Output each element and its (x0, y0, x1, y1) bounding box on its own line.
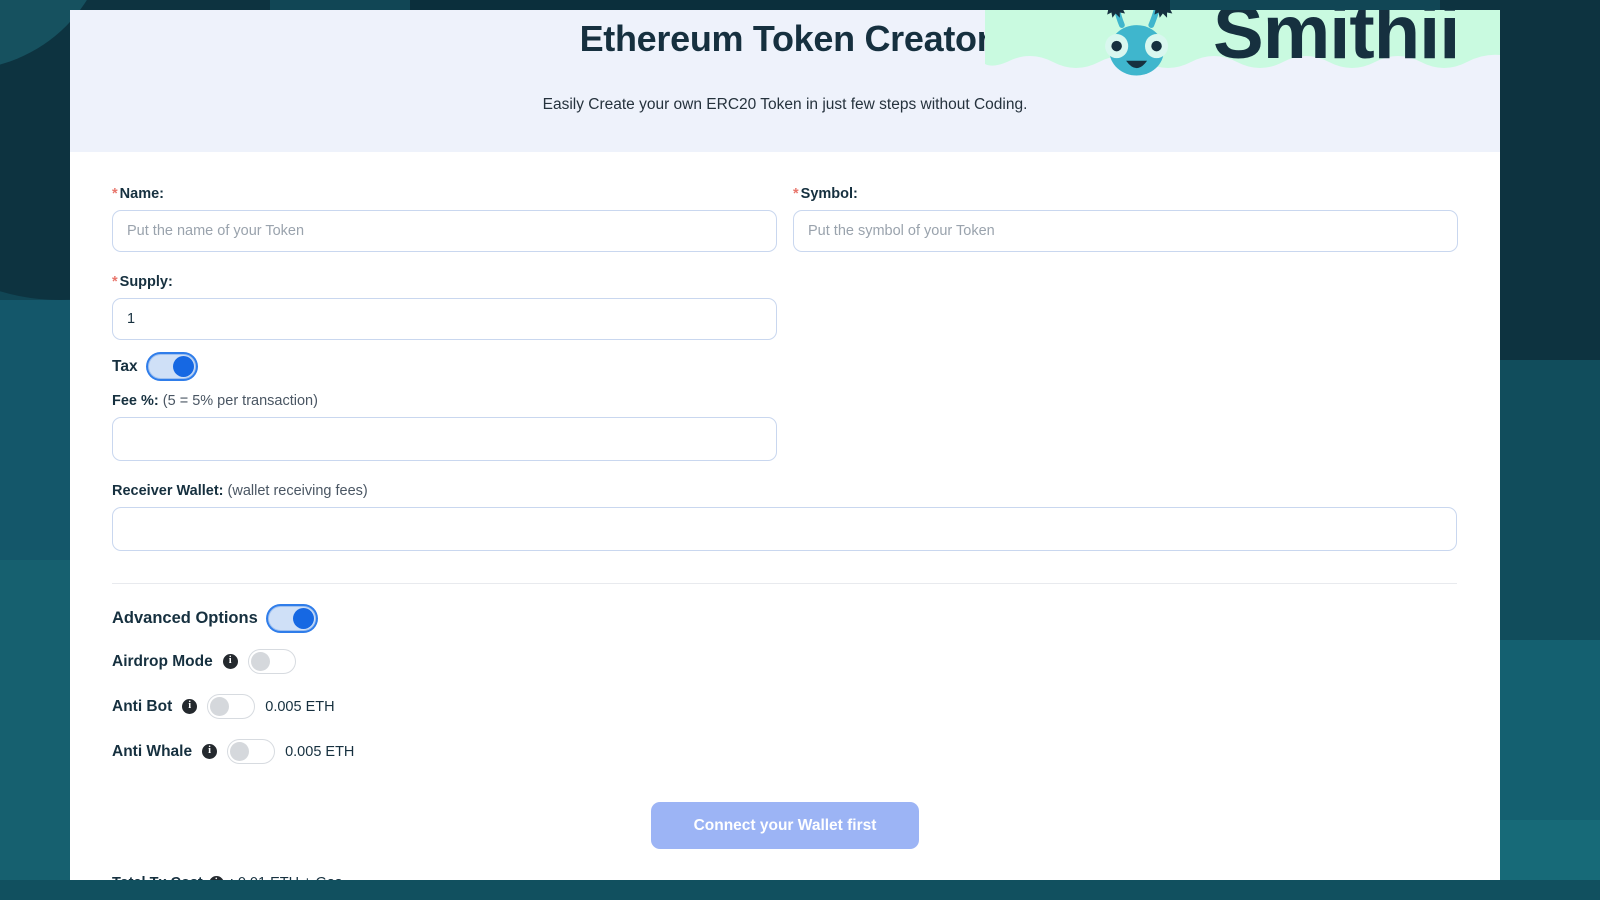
anti-bot-row: Anti Bot i 0.005 ETH (112, 694, 1458, 719)
supply-input[interactable] (112, 298, 777, 340)
airdrop-mode-toggle[interactable] (247, 649, 296, 674)
anti-whale-label: Anti Whale (112, 742, 193, 760)
supply-label-text: Supply: (119, 274, 173, 290)
connect-button-wrap: Connect your Wallet first (112, 802, 1458, 849)
symbol-label-text: Symbol: (800, 186, 858, 202)
receiver-wallet-input[interactable] (112, 507, 1457, 551)
info-icon[interactable]: i (182, 699, 198, 714)
advanced-options-toggle[interactable] (267, 606, 316, 631)
info-icon[interactable]: i (202, 744, 218, 759)
symbol-input[interactable] (793, 210, 1458, 252)
anti-whale-toggle[interactable] (227, 739, 276, 764)
name-label: * Name: (112, 186, 777, 202)
receiver-wallet-label: Receiver Wallet: (wallet receiving fees) (112, 483, 1457, 499)
token-creator-card: Ethereum Token Creator Easily Create you… (70, 10, 1500, 880)
smithii-logo-banner[interactable]: Smithii (985, 10, 1500, 108)
connect-wallet-button[interactable]: Connect your Wallet first (651, 802, 919, 849)
fee-field-group: Fee %: (5 = 5% per transaction) (112, 393, 777, 461)
fee-hint: (5 = 5% per transaction) (162, 393, 318, 409)
airdrop-mode-row: Airdrop Mode i (112, 649, 1458, 674)
fee-input[interactable] (112, 417, 777, 461)
total-tx-cost-value: : 0.01 ETH + Gas (230, 875, 342, 880)
symbol-field-group: * Symbol: (793, 186, 1458, 252)
airdrop-mode-label: Airdrop Mode (112, 652, 213, 670)
tax-label: Tax (112, 357, 138, 375)
supply-field-group: * Supply: (112, 274, 777, 340)
name-symbol-row: *Name: *Symbol: (112, 186, 1458, 252)
name-label-text: Name: (119, 186, 164, 202)
anti-whale-row: Anti Whale i 0.005 ETH (112, 739, 1458, 764)
section-divider (112, 583, 1457, 584)
smithii-wordmark: Smithii (1213, 10, 1459, 75)
name-input[interactable] (112, 210, 777, 252)
token-form: *Name: *Symbol: *Supply: Tax (70, 152, 1500, 880)
info-icon[interactable]: i (208, 875, 224, 880)
info-icon[interactable]: i (222, 654, 238, 669)
fee-label: Fee %: (5 = 5% per transaction) (112, 393, 777, 409)
tax-toggle-row: Tax (112, 354, 1458, 379)
total-tx-cost: Total Tx Cost i : 0.01 ETH + Gas (112, 875, 1458, 880)
supply-label: * Supply: (112, 274, 777, 290)
anti-whale-cost: 0.005 ETH (285, 743, 355, 760)
anti-bot-label: Anti Bot (112, 697, 173, 715)
receiver-wallet-field-group: Receiver Wallet: (wallet receiving fees) (112, 483, 1457, 551)
total-tx-cost-label: Total Tx Cost (112, 875, 203, 880)
required-asterisk: * (112, 274, 118, 290)
advanced-options-label: Advanced Options (112, 609, 258, 627)
receiver-wallet-hint: (wallet receiving fees) (227, 483, 368, 499)
anti-bot-toggle[interactable] (207, 694, 256, 719)
required-asterisk: * (793, 186, 799, 202)
name-field-group: * Name: (112, 186, 777, 252)
symbol-label: * Symbol: (793, 186, 1458, 202)
anti-bot-cost: 0.005 ETH (265, 698, 335, 715)
receiver-wallet-label-text: Receiver Wallet: (112, 483, 224, 499)
tax-toggle[interactable] (147, 354, 196, 379)
required-asterisk: * (112, 186, 118, 202)
background-blob-bottom-strip (0, 880, 1600, 900)
advanced-options-row: Advanced Options (112, 606, 1458, 631)
fee-label-text: Fee %: (112, 393, 159, 409)
